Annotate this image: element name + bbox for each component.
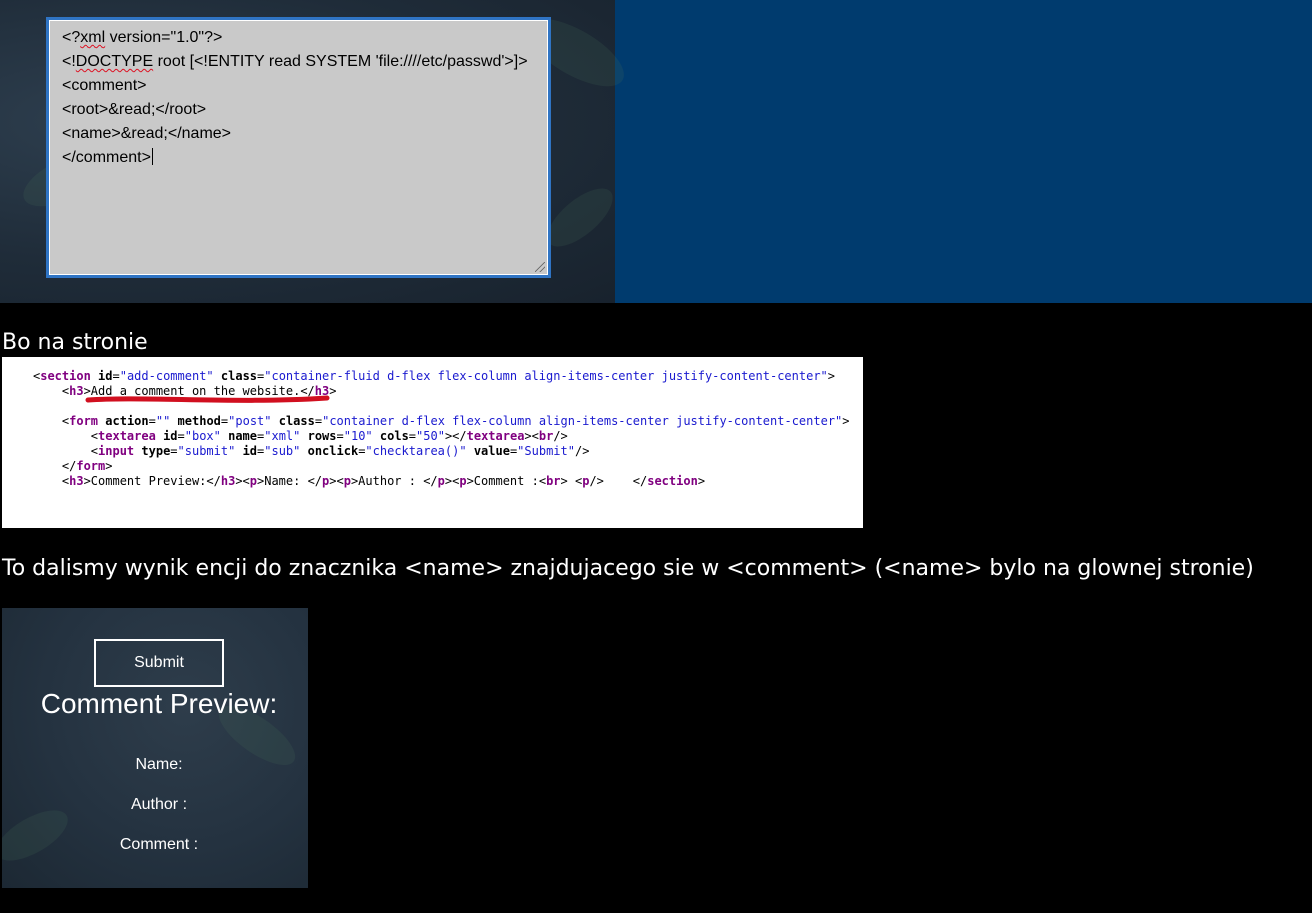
- code-line: <section id="add-comment" class="contain…: [33, 369, 836, 383]
- payload-screenshot: <?xml version="1.0"?> <!DOCTYPE root [<!E…: [0, 0, 1312, 303]
- code-block: <section id="add-comment" class="contain…: [33, 369, 863, 489]
- spellcheck-word: xml: [80, 29, 106, 46]
- note-on-page: Bo na stronie: [2, 330, 148, 355]
- resize-grip-icon[interactable]: [535, 262, 545, 272]
- submit-button[interactable]: Submit: [94, 639, 224, 687]
- code-line: <textarea id="box" name="xml" rows="10" …: [33, 429, 568, 443]
- textarea-line: <!DOCTYPE root [<!ENTITY read SYSTEM 'fi…: [62, 53, 528, 70]
- source-code-screenshot: <section id="add-comment" class="contain…: [2, 357, 863, 528]
- comment-preview-title: Comment Preview:: [40, 688, 278, 719]
- xml-textarea[interactable]: <?xml version="1.0"?> <!DOCTYPE root [<!E…: [46, 17, 551, 278]
- text-cursor: [151, 148, 153, 165]
- textarea-line: <root>&read;</root>: [62, 101, 207, 118]
- comment-preview-screenshot: Submit Comment Preview: Name: Author : C…: [2, 608, 308, 888]
- textarea-line: </comment>: [62, 148, 153, 166]
- author-field: Author :: [130, 796, 188, 813]
- textarea-line: <name>&read;</name>: [62, 125, 232, 142]
- code-line: <h3>Comment Preview:</h3><p>Name: </p><p…: [33, 474, 706, 488]
- xml-textarea-content: <?xml version="1.0"?> <!DOCTYPE root [<!E…: [62, 26, 535, 170]
- name-field: Name:: [135, 756, 183, 773]
- explanation-text: To dalismy wynik encji do znacznika <nam…: [2, 556, 1254, 581]
- textarea-line: <comment>: [62, 77, 147, 94]
- red-underline-annotation: [85, 395, 330, 403]
- spellcheck-word: DOCTYPE: [75, 53, 154, 70]
- textarea-line: <?xml version="1.0"?>: [62, 29, 223, 46]
- comment-field: Comment :: [119, 836, 199, 853]
- code-line: <input type="submit" id="sub" onclick="c…: [33, 444, 590, 458]
- code-line: </form>: [33, 459, 113, 473]
- code-line: <form action="" method="post" class="con…: [33, 414, 850, 428]
